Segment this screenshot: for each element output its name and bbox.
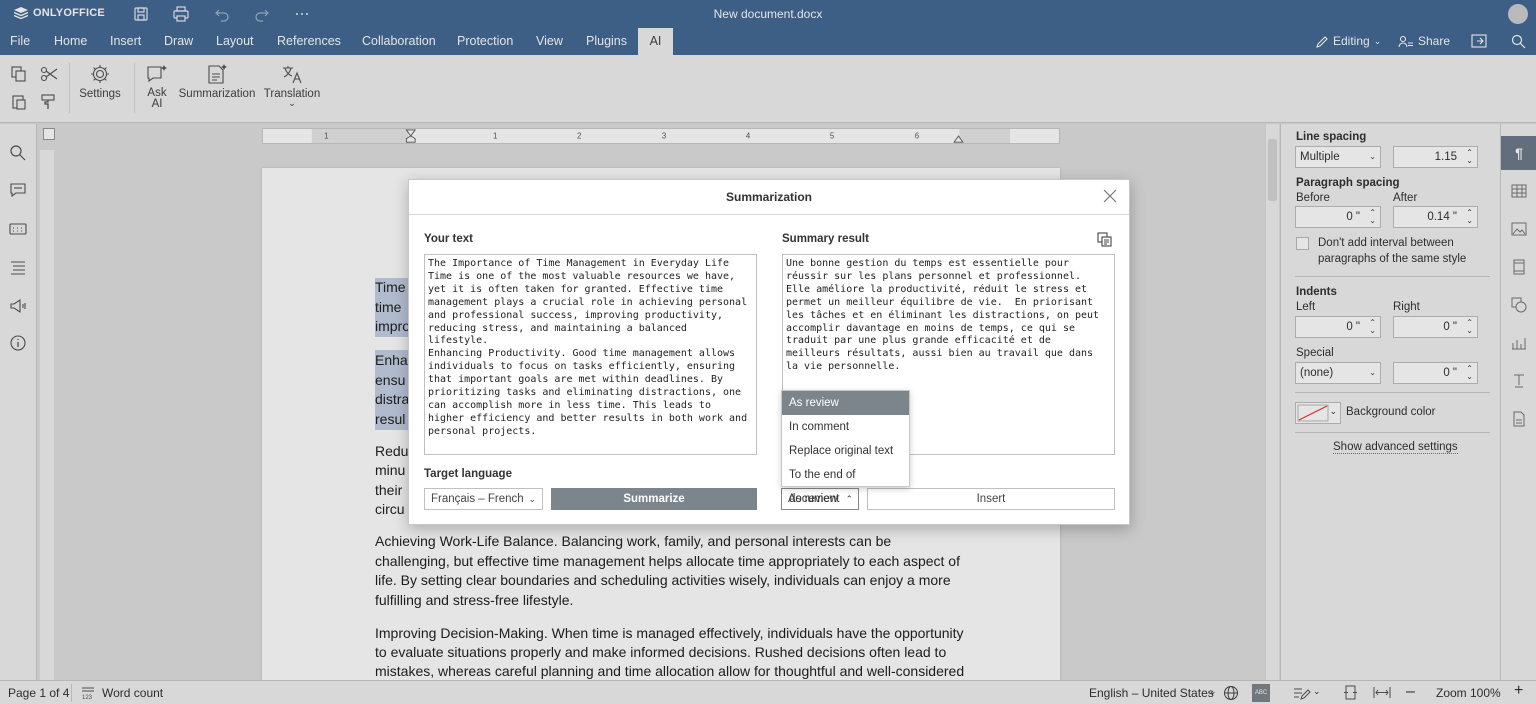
copy-icon[interactable] — [1097, 232, 1112, 247]
summarize-button[interactable]: Summarize — [551, 488, 757, 510]
insert-option-as-review[interactable]: As review — [782, 391, 909, 415]
insert-option-replace[interactable]: Replace original text — [782, 439, 909, 463]
summary-result-label: Summary result — [782, 233, 869, 245]
your-text-area[interactable]: The Importance of Time Management in Eve… — [424, 254, 757, 455]
insert-option-end-of-document[interactable]: To the end of document — [782, 463, 909, 505]
target-language-select[interactable]: Français – French ⌄ — [424, 488, 543, 510]
insert-option-in-comment[interactable]: In comment — [782, 415, 909, 439]
your-text-label: Your text — [424, 233, 473, 245]
target-language-label: Target language — [424, 468, 512, 480]
dialog-title: Summarization — [409, 180, 1129, 215]
close-icon[interactable] — [1103, 189, 1117, 203]
chevron-down-icon: ⌄ — [528, 494, 536, 504]
target-language-value: Français – French — [431, 493, 524, 505]
insert-button[interactable]: Insert — [867, 488, 1115, 510]
chevron-up-icon: ⌃ — [845, 494, 853, 504]
summarization-dialog: Summarization Your text The Importance o… — [408, 179, 1130, 525]
insert-mode-dropdown: As review In comment Replace original te… — [781, 390, 910, 505]
